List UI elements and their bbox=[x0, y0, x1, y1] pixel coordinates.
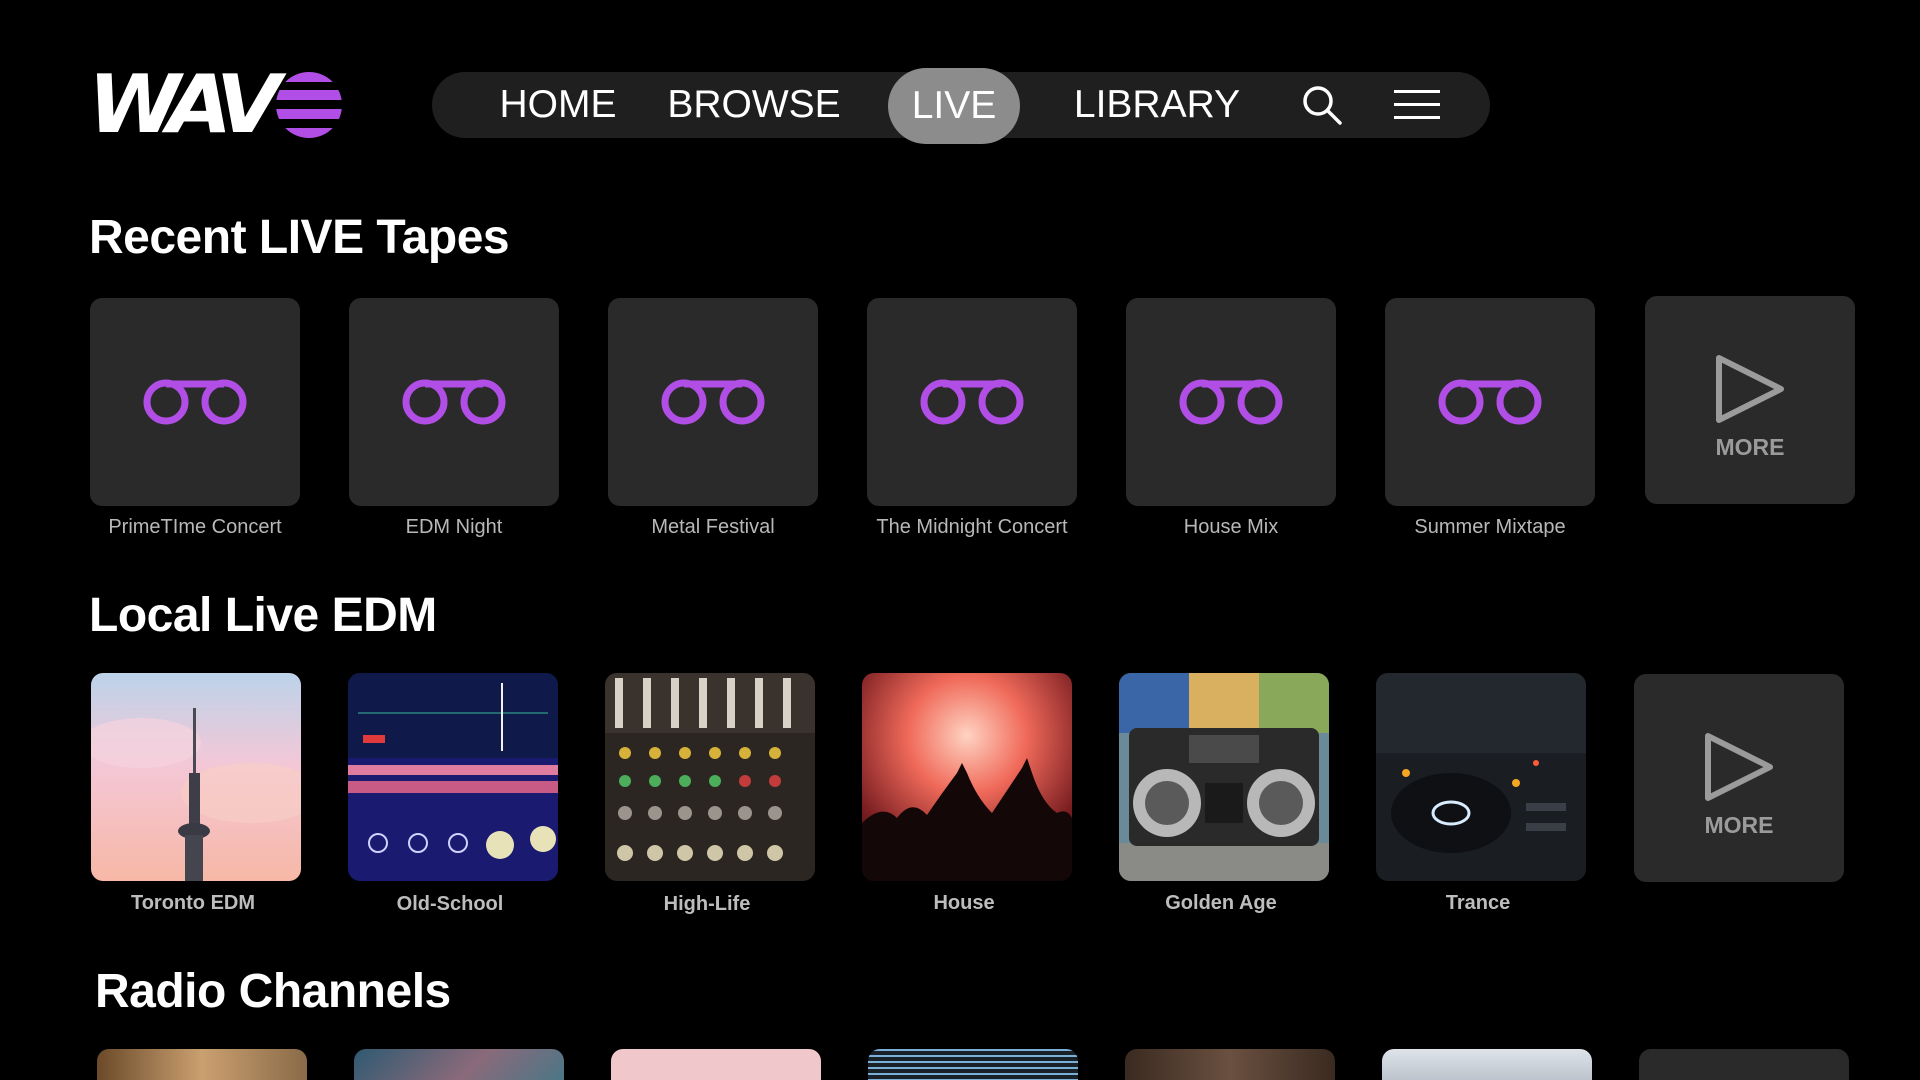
recent-more-button[interactable]: MORE bbox=[1645, 296, 1855, 504]
section-title-recent: Recent LIVE Tapes bbox=[89, 211, 510, 264]
boombox-image bbox=[1119, 673, 1329, 881]
tile-label: House bbox=[933, 892, 995, 914]
tile-toronto-edm[interactable] bbox=[91, 673, 301, 881]
tape-card[interactable] bbox=[867, 298, 1077, 506]
search-button[interactable] bbox=[1292, 72, 1352, 138]
tape-card-label: Summer Mixtape bbox=[1414, 516, 1566, 538]
dj-deck-image bbox=[1376, 673, 1586, 881]
play-icon bbox=[1705, 733, 1773, 801]
top-nav: HOME BROWSE LIVE LIBRARY bbox=[432, 68, 1490, 144]
tape-card[interactable] bbox=[90, 298, 300, 506]
tape-icon bbox=[1179, 379, 1283, 425]
tile-old-school[interactable] bbox=[348, 673, 558, 881]
tape-icon bbox=[143, 379, 247, 425]
tape-icon bbox=[661, 379, 765, 425]
radio-tile[interactable] bbox=[1639, 1049, 1849, 1080]
local-more-button[interactable]: MORE bbox=[1634, 674, 1844, 882]
more-label: MORE bbox=[1704, 812, 1774, 838]
logo-stripes-icon bbox=[276, 72, 342, 138]
tape-card[interactable] bbox=[1385, 298, 1595, 506]
radio-tile[interactable] bbox=[611, 1049, 821, 1080]
live-page: WAV HOME BROWSE LIVE LIBRARY Recent LIVE… bbox=[0, 0, 1920, 1080]
tape-icon bbox=[402, 379, 506, 425]
tile-house[interactable] bbox=[862, 673, 1072, 881]
nav-live[interactable]: LIVE bbox=[888, 68, 1020, 144]
tile-label: High-Life bbox=[663, 893, 751, 915]
logo-wordmark: WAV bbox=[88, 58, 281, 151]
nav-home[interactable]: HOME bbox=[492, 72, 624, 138]
tape-card[interactable] bbox=[1126, 298, 1336, 506]
play-icon bbox=[1716, 355, 1784, 423]
tape-card[interactable] bbox=[349, 298, 559, 506]
radio-tile[interactable] bbox=[97, 1049, 307, 1080]
mixer-image bbox=[605, 673, 815, 881]
radio-dial-image bbox=[348, 673, 558, 881]
tape-icon bbox=[1438, 379, 1542, 425]
menu-icon bbox=[1394, 90, 1440, 119]
radio-tile[interactable] bbox=[1125, 1049, 1335, 1080]
tile-high-life[interactable] bbox=[605, 673, 815, 881]
nav-browse[interactable]: BROWSE bbox=[664, 72, 844, 138]
tape-card[interactable] bbox=[608, 298, 818, 506]
menu-button[interactable] bbox=[1387, 72, 1447, 138]
crowd-image bbox=[862, 673, 1072, 881]
tape-card-label: House Mix bbox=[1183, 516, 1279, 538]
search-icon bbox=[1303, 86, 1342, 125]
radio-tile[interactable] bbox=[868, 1049, 1078, 1080]
tile-label: Trance bbox=[1445, 892, 1511, 914]
tile-label: Old-School bbox=[396, 893, 504, 915]
tape-card-label: PrimeTIme Concert bbox=[108, 516, 282, 538]
tape-card-label: EDM Night bbox=[405, 516, 503, 538]
section-title-local: Local Live EDM bbox=[89, 589, 437, 642]
tile-trance[interactable] bbox=[1376, 673, 1586, 881]
radio-tile[interactable] bbox=[354, 1049, 564, 1080]
tile-golden-age[interactable] bbox=[1119, 673, 1329, 881]
radio-tile[interactable] bbox=[1382, 1049, 1592, 1080]
tape-card-label: Metal Festival bbox=[651, 516, 775, 538]
tile-label: Toronto EDM bbox=[130, 892, 256, 914]
tile-label: Golden Age bbox=[1165, 892, 1277, 914]
section-title-radio: Radio Channels bbox=[95, 965, 451, 1018]
toronto-image bbox=[91, 673, 301, 881]
wavi-logo[interactable]: WAV bbox=[88, 65, 346, 145]
tape-icon bbox=[920, 379, 1024, 425]
more-label: MORE bbox=[1715, 434, 1785, 460]
tape-card-label: The Midnight Concert bbox=[876, 516, 1068, 538]
nav-library[interactable]: LIBRARY bbox=[1062, 72, 1252, 138]
